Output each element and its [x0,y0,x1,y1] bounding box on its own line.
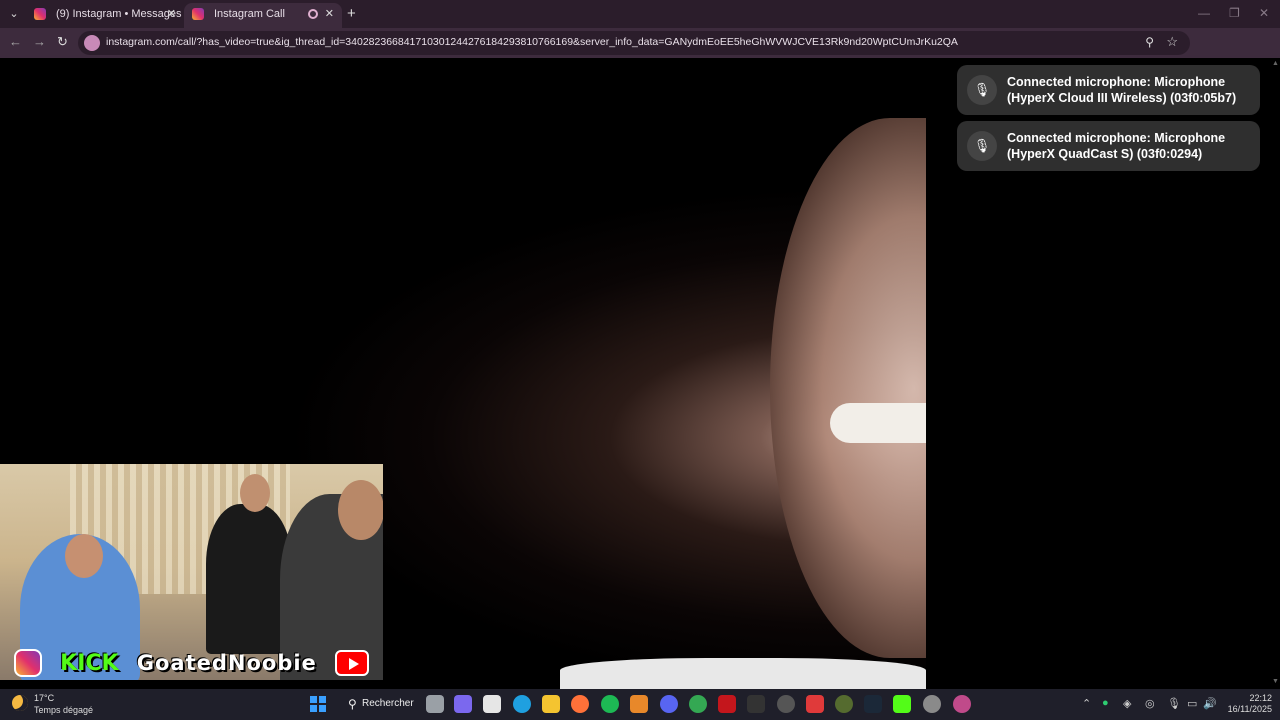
address-bar[interactable]: instagram.com/call/?has_video=true&ig_th… [78,31,1190,55]
close-tab-icon[interactable]: ✕ [167,3,176,25]
remote-participant-shirt [560,658,926,689]
firefox-icon[interactable] [571,695,589,713]
youtube-logo-icon [334,650,369,676]
reload-icon[interactable]: ↻ [57,34,68,50]
network-icon[interactable]: ▭ [1187,697,1197,710]
obs-icon[interactable] [777,695,795,713]
browser-tab-bar: ⌄ (9) Instagram • Messages ✕ Instagram C… [0,0,1280,28]
windows-taskbar: 17°C Temps dégagé Rechercher ⌃ ● ◈ ◎ 🎙 ▭… [0,689,1280,720]
windows-start-icon[interactable] [310,696,326,712]
close-window-icon[interactable]: ✕ [1259,6,1269,20]
clock[interactable]: 22:12 16/11/2025 [1222,693,1272,715]
url-text[interactable]: instagram.com/call/?has_video=true&ig_th… [106,36,958,48]
steam-tray-icon[interactable]: ◈ [1123,697,1131,710]
chrome-icon[interactable] [689,695,707,713]
weather-description[interactable]: Temps dégagé [34,705,93,715]
app-icon[interactable] [718,695,736,713]
file-explorer-icon[interactable] [542,695,560,713]
volume-icon[interactable]: 🔊 [1203,697,1217,710]
close-tab-icon[interactable]: ✕ [325,3,334,25]
edge-browser-icon[interactable] [513,695,531,713]
zoom-magnifier-icon[interactable]: ⚲ [1145,35,1154,49]
call-stage: KICK GoatedNoobie 🎙 Connected microphone… [0,58,1280,689]
tab-instagram-messages[interactable]: (9) Instagram • Messages ✕ [26,3,184,28]
instagram-favicon-icon [192,8,204,20]
mic-connected-toast: 🎙 Connected microphone: Microphone (Hype… [957,65,1260,115]
remote-participant-smile [830,403,926,443]
instagram-favicon-icon [34,8,46,20]
tab-title: Instagram Call [214,8,285,20]
clock-date: 16/11/2025 [1227,704,1272,714]
person-blue-shirt-head [65,534,103,578]
show-hidden-icons-chevron-icon[interactable]: ⌃ [1082,697,1091,710]
scrollbar[interactable]: ▲ ▼ [1270,58,1280,689]
site-info-icon[interactable] [84,35,100,51]
clock-time: 22:12 [1249,693,1272,703]
mic-connected-toast: 🎙 Connected microphone: Microphone (Hype… [957,121,1260,171]
forward-arrow-icon[interactable]: → [33,34,46,49]
channel-name: GoatedNoobie [136,651,317,675]
recording-indicator-icon [308,9,318,19]
microphone-icon: 🎙 [967,131,997,161]
instagram-logo-icon [14,649,42,677]
app-icon[interactable] [454,695,472,713]
stream-overlay-banner: KICK GoatedNoobie [0,646,383,680]
app-icon[interactable] [806,695,824,713]
app-icon[interactable] [747,695,765,713]
tab-list-chevron-icon[interactable]: ⌄ [4,4,24,24]
person-black-shirt-head [240,474,270,512]
bookmark-star-icon[interactable]: ☆ [1166,34,1178,50]
tab-instagram-call[interactable]: Instagram Call ✕ [184,3,342,28]
discord-icon[interactable] [660,695,678,713]
remote-participant-face [770,118,926,658]
settings-gear-icon[interactable] [923,695,941,713]
new-tab-plus-icon[interactable]: + [347,5,356,22]
taskbar-search[interactable]: Rechercher [340,692,420,716]
person-grey-hoodie-head [338,480,383,540]
task-view-icon[interactable] [426,695,444,713]
spotify-icon[interactable] [601,695,619,713]
weather-temperature[interactable]: 17°C [34,693,54,703]
app-icon[interactable] [630,695,648,713]
chrome-profile-icon[interactable] [953,695,971,713]
scroll-up-icon[interactable]: ▲ [1272,60,1279,67]
scroll-down-icon[interactable]: ▼ [1272,678,1279,685]
app-icon[interactable] [835,695,853,713]
steam-icon[interactable] [864,695,882,713]
minimize-icon[interactable]: — [1198,6,1210,20]
status-dot-icon[interactable]: ● [1102,697,1109,709]
kick-logo-text: KICK [60,650,119,676]
app-icon[interactable] [483,695,501,713]
app-tray-icon[interactable]: ◎ [1145,697,1155,710]
tab-title: (9) Instagram • Messages [56,8,182,20]
microphone-tray-icon[interactable]: 🎙 [1167,697,1181,710]
toast-text: Connected microphone: Microphone (HyperX… [1007,131,1226,161]
back-arrow-icon[interactable]: ← [9,34,22,49]
maximize-icon[interactable]: ❐ [1229,6,1240,20]
browser-toolbar: ← → ↻ instagram.com/call/?has_video=true… [0,28,1280,79]
toast-text: Connected microphone: Microphone (HyperX… [1007,75,1237,105]
kick-app-icon[interactable] [893,695,911,713]
self-view-video[interactable]: KICK GoatedNoobie [0,464,383,680]
microphone-icon: 🎙 [967,75,997,105]
moon-weather-icon[interactable] [12,695,28,711]
